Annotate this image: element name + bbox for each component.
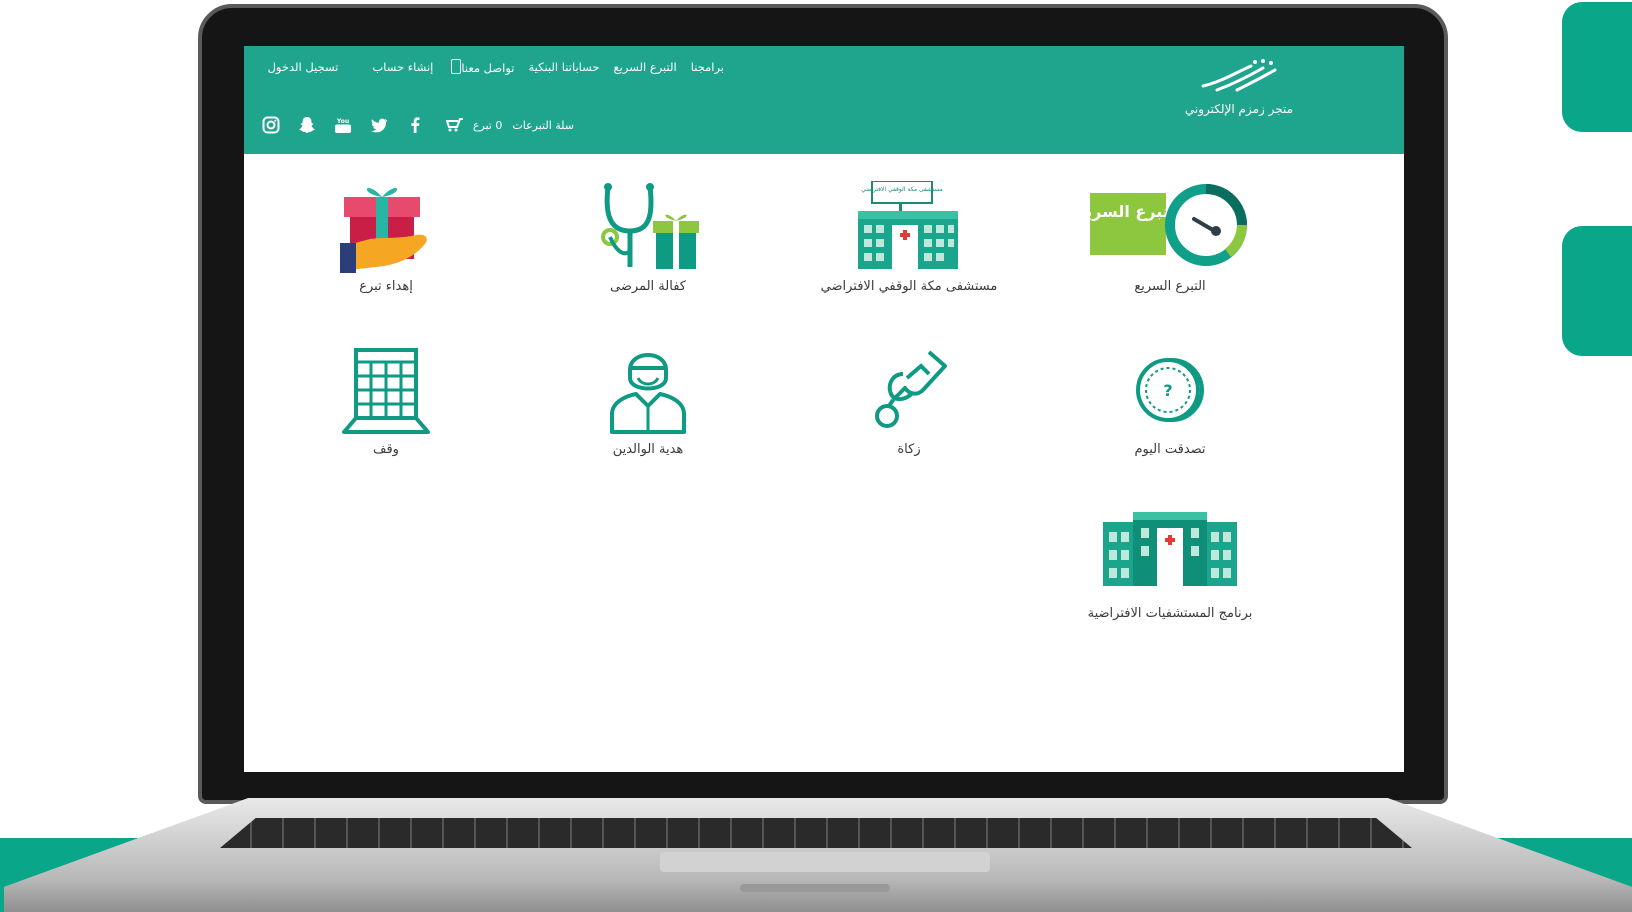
laptop-notch bbox=[740, 884, 890, 892]
facebook-icon[interactable] bbox=[406, 116, 424, 134]
nav-programs[interactable]: برامجنا bbox=[691, 60, 724, 74]
nav-quick-donate[interactable]: التبرع السريع bbox=[614, 60, 677, 74]
tile-patient-sponsorship[interactable]: كفالة المرضى bbox=[538, 181, 758, 297]
tile-parents-gift[interactable]: هدية الوالدين bbox=[538, 344, 758, 460]
tile-zakat[interactable]: زكاة bbox=[799, 344, 1019, 460]
tile-label: التبرع السريع bbox=[1134, 279, 1206, 294]
cart-label: سلة التبرعات bbox=[512, 118, 574, 132]
coin-icon: ? bbox=[1060, 344, 1280, 436]
stethoscope-gift-icon bbox=[538, 181, 758, 273]
tile-virtual-hospitals[interactable]: برنامج المستشفيات الافتراضية bbox=[1060, 508, 1280, 624]
gift-hand-icon bbox=[276, 181, 496, 273]
hospital-complex-icon bbox=[1060, 508, 1280, 600]
quick-donate-icon: التبرع السريع bbox=[1060, 181, 1280, 273]
decorative-pill bbox=[1562, 2, 1632, 132]
instagram-icon[interactable] bbox=[262, 116, 280, 134]
tile-label: وقف bbox=[373, 442, 399, 457]
decorative-pill bbox=[1562, 226, 1632, 356]
tile-waqf[interactable]: وقف bbox=[276, 344, 496, 460]
laptop-trackpad bbox=[660, 852, 990, 872]
social-links: You bbox=[262, 116, 424, 134]
laptop-screen: متجر زمزم الإلكتروني برامجنا التبرع السر… bbox=[244, 46, 1404, 772]
phone-icon bbox=[451, 59, 462, 74]
tile-label: تصدقت اليوم bbox=[1134, 442, 1206, 457]
tile-gift-donation[interactable]: إهداء تبرع bbox=[276, 181, 496, 297]
tile-makkah-hospital[interactable]: مستشفى مكة الوقفي الافتراضي مستشفى مكة ا… bbox=[799, 180, 1019, 297]
tile-quick-donate[interactable]: التبرع السريع التبرع السريع bbox=[1060, 181, 1280, 297]
hospital-sign: مستشفى مكة الوقفي الافتراضي bbox=[861, 186, 943, 193]
nav-contact-us[interactable]: تواصل معنا bbox=[447, 59, 515, 75]
twitter-icon[interactable] bbox=[370, 116, 388, 134]
snapchat-icon[interactable] bbox=[298, 116, 316, 134]
tile-donated-today[interactable]: ? تصدقت اليوم bbox=[1060, 344, 1280, 460]
zamzam-logo-icon bbox=[1201, 59, 1277, 92]
top-nav: برامجنا التبرع السريع حساباتنا البنكية ت… bbox=[268, 59, 724, 75]
tile-label: زكاة bbox=[897, 442, 921, 457]
svg-text:You: You bbox=[336, 118, 349, 125]
tile-label: كفالة المرضى bbox=[610, 279, 686, 294]
elder-person-icon bbox=[538, 344, 758, 436]
nav-contact-label: تواصل معنا bbox=[461, 61, 515, 75]
tile-label: مستشفى مكة الوقفي الافتراضي bbox=[820, 279, 998, 294]
cart[interactable]: سلة التبرعات 0 تبرع bbox=[445, 118, 574, 132]
tile-label: إهداء تبرع bbox=[359, 279, 413, 294]
cart-icon bbox=[445, 118, 463, 132]
nav-login[interactable]: تسجيل الدخول bbox=[268, 60, 339, 74]
site-header: متجر زمزم الإلكتروني برامجنا التبرع السر… bbox=[244, 46, 1404, 154]
cart-count: 0 تبرع bbox=[472, 118, 503, 132]
nav-bank-accounts[interactable]: حساباتنا البنكية bbox=[529, 60, 600, 74]
svg-text:?: ? bbox=[1163, 381, 1172, 400]
brand[interactable]: متجر زمزم الإلكتروني bbox=[1174, 56, 1304, 116]
endowment-building-icon bbox=[276, 344, 496, 436]
tile-label: هدية الوالدين bbox=[612, 442, 684, 457]
youtube-icon[interactable]: You bbox=[334, 116, 352, 134]
store-name: متجر زمزم الإلكتروني bbox=[1184, 102, 1294, 116]
hospital-building-icon: مستشفى مكة الوقفي الافتراضي bbox=[799, 180, 1019, 273]
coin-hand-icon bbox=[799, 344, 1019, 436]
nav-register[interactable]: إنشاء حساب bbox=[372, 60, 433, 74]
laptop-keyboard bbox=[220, 818, 1412, 848]
tile-label: برنامج المستشفيات الافتراضية bbox=[1087, 606, 1253, 621]
